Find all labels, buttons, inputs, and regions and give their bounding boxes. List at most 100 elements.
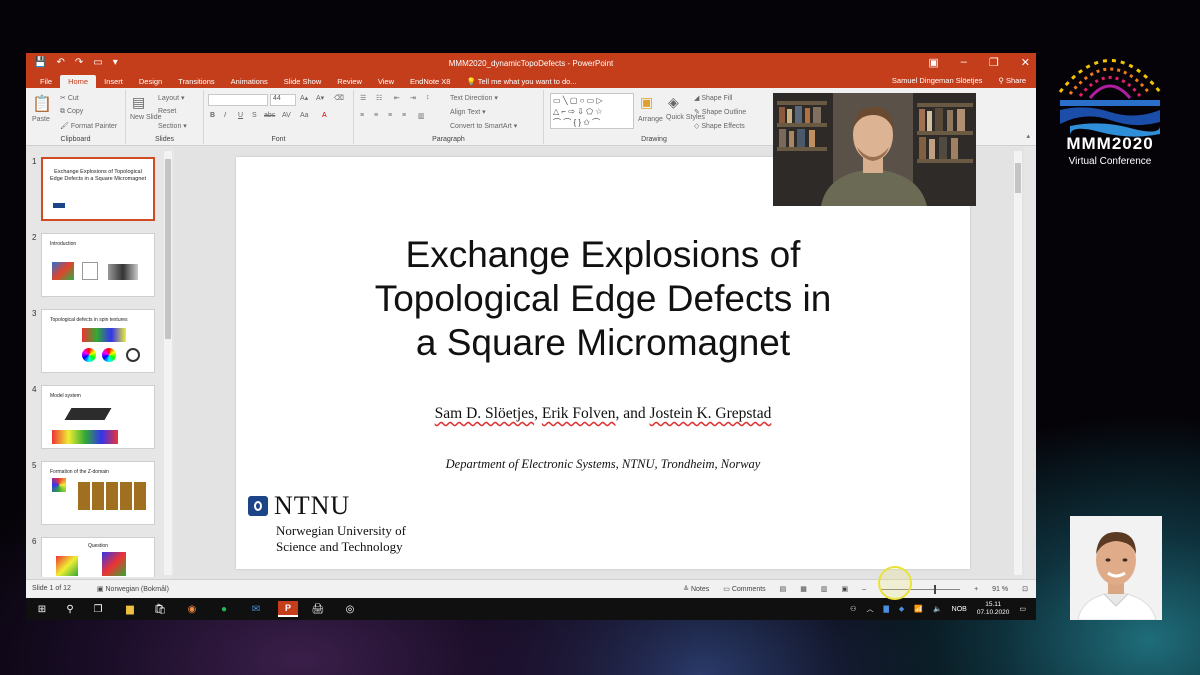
dropbox-icon[interactable]: ◆ xyxy=(899,605,904,613)
decrease-indent-icon[interactable]: ⇤ xyxy=(394,94,400,102)
slide-title[interactable]: Exchange Explosions of Topological Edge … xyxy=(236,233,970,365)
reading-view-icon[interactable]: ▥ xyxy=(821,585,828,593)
shape-fill-button[interactable]: ◢ Shape Fill xyxy=(694,94,732,102)
tab-transitions[interactable]: Transitions xyxy=(170,75,222,88)
shadow-button[interactable]: S xyxy=(252,112,257,119)
spotify-icon[interactable]: ● xyxy=(216,601,232,617)
notifications-icon[interactable]: ▭ xyxy=(1019,605,1026,613)
tab-home[interactable]: Home xyxy=(60,75,97,88)
character-spacing-icon[interactable]: AV xyxy=(282,112,291,119)
tab-insert[interactable]: Insert xyxy=(96,75,131,88)
ribbon-display-icon[interactable]: ▣ xyxy=(928,56,938,69)
section-button[interactable]: Section ▾ xyxy=(158,122,187,130)
tab-endnote[interactable]: EndNote X8 xyxy=(402,75,458,88)
notes-button[interactable]: ≙ Notes xyxy=(683,585,709,593)
maximize-button[interactable]: ❐ xyxy=(989,56,999,69)
layout-button[interactable]: Layout ▾ xyxy=(158,94,185,102)
share-button[interactable]: ⚲ Share xyxy=(998,76,1026,85)
shrink-font-icon[interactable]: A▾ xyxy=(316,94,324,102)
format-painter-button[interactable]: 🖌 Format Painter xyxy=(60,122,117,130)
strikethrough-button[interactable]: abc xyxy=(264,112,275,119)
new-slide-button[interactable]: New Slide xyxy=(130,114,162,121)
numbering-icon[interactable]: ☷ xyxy=(376,94,382,102)
shapes-gallery[interactable]: ▭ ╲ ▢ ○ ▭ ▷ △ ⌐ ⇨ ⇩ ⬠ ☆ ⌒ ⌒ { } ✩ ⌒ xyxy=(550,93,634,129)
text-direction-button[interactable]: Text Direction ▾ xyxy=(450,94,498,102)
powerpoint-icon[interactable]: P xyxy=(278,601,298,617)
tab-view[interactable]: View xyxy=(370,75,402,88)
convert-smartart-button[interactable]: Convert to SmartArt ▾ xyxy=(450,122,517,130)
align-right-icon[interactable]: ≡ xyxy=(388,112,392,119)
zoom-slider-thumb[interactable] xyxy=(934,584,937,594)
search-icon[interactable]: ⚲ xyxy=(62,601,78,617)
zoom-level[interactable]: 91 % xyxy=(992,586,1008,593)
increase-indent-icon[interactable]: ⇥ xyxy=(410,94,416,102)
task-view-icon[interactable]: ❐ xyxy=(90,601,106,617)
slideshow-view-icon[interactable]: ▣ xyxy=(842,585,849,593)
thumbnails-scroll-thumb[interactable] xyxy=(165,159,171,339)
edit-scrollbar[interactable] xyxy=(1014,151,1022,575)
arrange-button[interactable]: Arrange xyxy=(638,116,663,123)
reset-button[interactable]: Reset xyxy=(158,108,176,115)
font-name-input[interactable] xyxy=(208,94,268,106)
thumbnails-scrollbar[interactable] xyxy=(164,151,172,575)
quick-styles-icon[interactable]: ◈ xyxy=(668,94,679,111)
tab-slide-show[interactable]: Slide Show xyxy=(276,75,330,88)
columns-icon[interactable]: ▥ xyxy=(418,112,425,120)
align-text-button[interactable]: Align Text ▾ xyxy=(450,108,486,116)
font-color-icon[interactable]: A xyxy=(322,112,327,119)
tell-me-search[interactable]: 💡 Tell me what you want to do... xyxy=(458,75,584,88)
slide-department[interactable]: Department of Electronic Systems, NTNU, … xyxy=(236,457,970,472)
shape-outline-button[interactable]: ✎ Shape Outline xyxy=(694,108,746,116)
people-icon[interactable]: ⚇ xyxy=(850,605,856,613)
volume-icon[interactable]: 🔈 xyxy=(933,605,942,613)
comments-button[interactable]: ▭ Comments xyxy=(723,585,765,593)
tab-animations[interactable]: Animations xyxy=(223,75,276,88)
line-spacing-icon[interactable]: ↕ xyxy=(426,94,430,101)
close-button[interactable]: ✕ xyxy=(1021,56,1030,69)
thumbnail-slide-6[interactable]: Question xyxy=(41,537,155,577)
new-slide-icon[interactable]: ▤ xyxy=(132,94,145,111)
edit-scroll-thumb[interactable] xyxy=(1015,163,1021,193)
minimize-button[interactable]: – xyxy=(961,56,967,69)
tray-app-icon[interactable]: ▇ xyxy=(883,605,888,613)
font-size-input[interactable]: 44 xyxy=(270,94,296,106)
mail-icon[interactable]: ✉ xyxy=(248,601,264,617)
windows-start-icon[interactable]: ⊞ xyxy=(34,601,50,617)
clear-format-icon[interactable]: ⌫ xyxy=(334,94,344,102)
file-explorer-icon[interactable]: ▆ xyxy=(122,601,138,617)
zoom-in-button[interactable]: + xyxy=(974,586,978,593)
fit-slide-icon[interactable]: ⊡ xyxy=(1022,585,1028,593)
normal-view-icon[interactable]: ▤ xyxy=(780,585,787,593)
thumbnail-slide-5[interactable]: Formation of the Z-domain xyxy=(41,461,155,525)
cut-button[interactable]: ✂ Cut xyxy=(60,94,79,102)
tab-file[interactable]: File xyxy=(32,75,60,88)
justify-icon[interactable]: ≡ xyxy=(402,112,406,119)
slide-canvas[interactable]: Exchange Explosions of Topological Edge … xyxy=(236,157,970,569)
network-icon[interactable]: 📶 xyxy=(914,605,923,613)
thumbnail-slide-1[interactable]: Exchange Explosions of Topological Edge … xyxy=(41,157,155,221)
show-hidden-icons[interactable]: ︿ xyxy=(866,604,873,614)
language-indicator[interactable]: ▣ Norwegian (Bokmål) xyxy=(97,585,169,593)
tab-review[interactable]: Review xyxy=(329,75,370,88)
change-case-icon[interactable]: Aa xyxy=(300,112,309,119)
slide-sorter-icon[interactable]: ▦ xyxy=(800,585,807,593)
zoom-out-button[interactable]: – xyxy=(862,586,866,593)
tab-design[interactable]: Design xyxy=(131,75,170,88)
grow-font-icon[interactable]: A▴ xyxy=(300,94,308,102)
copy-button[interactable]: ⧉ Copy xyxy=(60,108,83,116)
italic-button[interactable]: I xyxy=(224,112,226,119)
obs-icon[interactable]: ◎ xyxy=(342,601,358,617)
paste-button[interactable]: Paste xyxy=(32,116,50,123)
store-icon[interactable]: 🛍 xyxy=(152,601,168,617)
user-name[interactable]: Samuel Dingeman Slöetjes xyxy=(892,76,982,85)
thumbnail-slide-3[interactable]: Topological defects in spin textures xyxy=(41,309,155,373)
printer-icon[interactable]: 🖨 xyxy=(310,601,326,617)
align-center-icon[interactable]: ≡ xyxy=(374,112,378,119)
bullets-icon[interactable]: ☰ xyxy=(360,94,366,102)
system-clock[interactable]: 15.11 07.10.2020 xyxy=(977,601,1010,617)
input-language[interactable]: NOB xyxy=(952,606,967,613)
thumbnail-slide-2[interactable]: Introduction xyxy=(41,233,155,297)
bold-button[interactable]: B xyxy=(210,112,215,119)
shape-effects-button[interactable]: ◇ Shape Effects xyxy=(694,122,745,130)
align-left-icon[interactable]: ≡ xyxy=(360,112,364,119)
